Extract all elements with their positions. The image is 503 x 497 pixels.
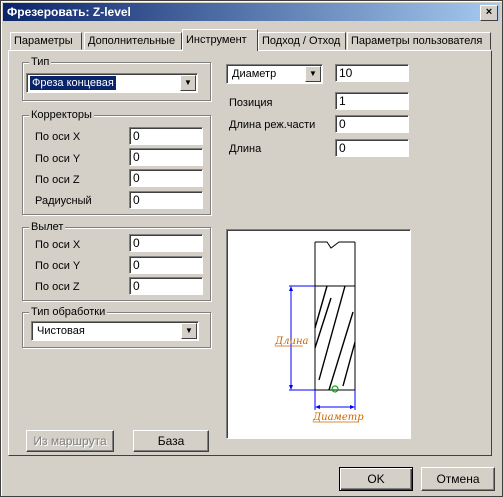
type-group: Тип Фреза концевая ▼ — [22, 56, 211, 101]
chevron-down-icon[interactable]: ▼ — [181, 323, 197, 339]
corrector-z-field[interactable]: 0 — [129, 169, 203, 187]
position-label: Позиция — [229, 97, 273, 109]
tab-label: Подход / Отход — [262, 35, 341, 47]
corrector-y-field[interactable]: 0 — [129, 148, 203, 166]
overhang-x-label: По оси X — [35, 239, 81, 251]
window-title: Фрезеровать: Z-level — [7, 5, 131, 19]
length-caption: Длина — [274, 336, 309, 347]
tab-parameters[interactable]: Параметры — [10, 32, 82, 50]
corrector-x-label: По оси X — [35, 131, 81, 143]
correctors-group: Корректоры По оси X 0 По оси Y 0 По оси … — [22, 109, 211, 215]
processing-type-value: Чистовая — [37, 325, 85, 337]
tab-label: Дополнительные — [88, 35, 176, 47]
corrector-z-label: По оси Z — [35, 174, 80, 186]
cancel-button[interactable]: Отмена — [421, 467, 495, 491]
corrector-y-label: По оси Y — [35, 153, 81, 165]
processing-type-group: Тип обработки Чистовая ▼ — [22, 306, 211, 348]
overhang-z-field[interactable]: 0 — [129, 277, 203, 295]
dimension-select-value: Диаметр — [232, 68, 277, 80]
diameter-field[interactable]: 10 — [335, 64, 409, 82]
length-label: Длина — [229, 143, 262, 155]
ok-button[interactable]: OK — [339, 467, 413, 491]
diameter-caption: Диаметр — [312, 412, 364, 423]
overhang-group: Вылет По оси X 0 По оси Y 0 По оси Z 0 — [22, 221, 211, 301]
from-route-button[interactable]: Из маршрута — [26, 430, 114, 452]
tab-approach-retract[interactable]: Подход / Отход — [258, 32, 346, 50]
tab-tool[interactable]: Инструмент — [182, 29, 258, 51]
correctors-group-title: Корректоры — [29, 109, 94, 121]
dimension-select[interactable]: Диаметр ▼ — [226, 64, 323, 84]
tab-additional[interactable]: Дополнительные — [84, 32, 182, 50]
cut-length-label: Длина реж.части — [229, 119, 316, 131]
close-button[interactable]: × — [480, 5, 498, 21]
tab-label: Параметры — [14, 35, 73, 47]
tool-type-value: Фреза концевая — [30, 76, 116, 90]
tab-user-parameters[interactable]: Параметры пользователя — [347, 32, 491, 50]
chevron-down-icon[interactable]: ▼ — [180, 75, 196, 91]
overhang-z-label: По оси Z — [35, 281, 80, 293]
overhang-y-field[interactable]: 0 — [129, 256, 203, 274]
dialog-window: Фрезеровать: Z-level × Параметры Дополни… — [0, 0, 503, 497]
overhang-y-label: По оси Y — [35, 260, 81, 272]
tab-label: Параметры пользователя — [351, 35, 483, 47]
corrector-radius-field[interactable]: 0 — [129, 191, 203, 209]
overhang-group-title: Вылет — [29, 221, 66, 233]
overhang-x-field[interactable]: 0 — [129, 234, 203, 252]
corrector-x-field[interactable]: 0 — [129, 127, 203, 145]
end-mill-drawing: Длина Диаметр — [274, 241, 364, 423]
processing-type-title: Тип обработки — [29, 306, 108, 318]
corrector-radius-label: Радиусный — [35, 195, 92, 207]
tab-label: Инструмент — [186, 34, 247, 46]
tool-type-select[interactable]: Фреза концевая ▼ — [26, 73, 198, 93]
type-group-title: Тип — [29, 56, 52, 68]
tool-preview: Длина Диаметр — [226, 229, 411, 439]
chevron-down-icon[interactable]: ▼ — [305, 66, 321, 82]
title-bar: Фрезеровать: Z-level × — [3, 3, 500, 21]
cut-length-field[interactable]: 0 — [335, 115, 409, 133]
processing-type-select[interactable]: Чистовая ▼ — [31, 321, 199, 341]
base-button[interactable]: База — [133, 430, 209, 452]
position-field[interactable]: 1 — [335, 92, 409, 110]
length-field[interactable]: 0 — [335, 139, 409, 157]
